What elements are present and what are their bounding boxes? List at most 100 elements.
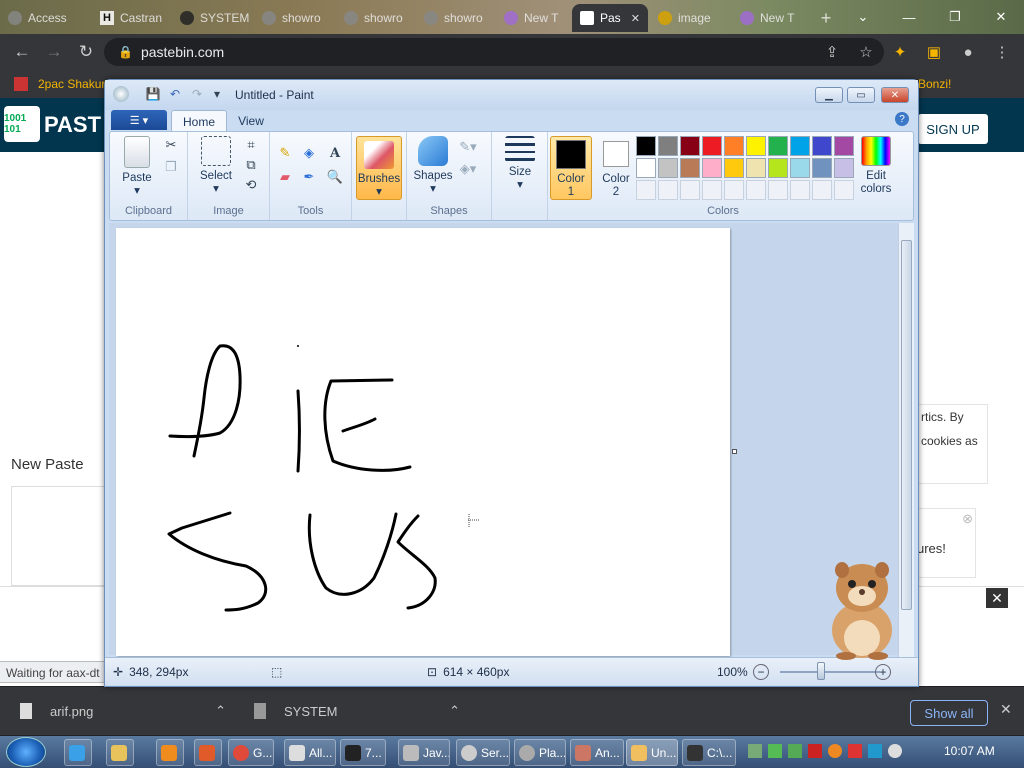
start-button[interactable] bbox=[6, 737, 46, 767]
tab[interactable]: Access bbox=[0, 4, 90, 32]
explorer-taskbar-icon[interactable] bbox=[106, 739, 134, 766]
new-tab-button[interactable]: + bbox=[812, 4, 840, 32]
menu-icon[interactable]: ⋮ bbox=[988, 38, 1016, 66]
tab[interactable]: showro bbox=[416, 4, 494, 32]
app-taskbar-icon[interactable] bbox=[194, 739, 222, 766]
tab[interactable]: New T bbox=[732, 4, 810, 32]
empty-swatch[interactable] bbox=[746, 180, 766, 200]
zoom-slider-thumb[interactable] bbox=[817, 662, 825, 680]
tab[interactable]: SYSTEM bbox=[172, 4, 252, 32]
palette-swatch[interactable] bbox=[746, 158, 766, 178]
palette-swatch[interactable] bbox=[724, 136, 744, 156]
reload-icon[interactable]: ↻ bbox=[70, 36, 102, 68]
hamster-assistant[interactable] bbox=[812, 556, 908, 660]
share-icon[interactable]: ⇪ bbox=[818, 38, 846, 66]
save-icon[interactable]: 💾 bbox=[145, 86, 161, 102]
edit-colors-button[interactable]: Edit colors bbox=[856, 136, 896, 196]
taskbar-item[interactable]: G... bbox=[228, 739, 274, 766]
canvas-resize-handle[interactable] bbox=[732, 449, 737, 454]
tab[interactable]: showro bbox=[254, 4, 334, 32]
taskbar-item[interactable]: Ser... bbox=[456, 739, 510, 766]
drawing-canvas[interactable] bbox=[116, 228, 730, 656]
tab-active[interactable]: Pas ✕ bbox=[572, 4, 648, 32]
tab-home[interactable]: Home bbox=[171, 110, 227, 132]
empty-swatch[interactable] bbox=[768, 180, 788, 200]
tab[interactable]: showro bbox=[336, 4, 414, 32]
palette-swatch[interactable] bbox=[812, 136, 832, 156]
palette-swatch[interactable] bbox=[636, 158, 656, 178]
tray-icon[interactable] bbox=[768, 744, 782, 758]
palette-swatch[interactable] bbox=[768, 158, 788, 178]
empty-swatch[interactable] bbox=[812, 180, 832, 200]
palette-swatch[interactable] bbox=[834, 136, 854, 156]
paste-textarea[interactable] bbox=[11, 486, 105, 586]
palette-swatch[interactable] bbox=[834, 158, 854, 178]
palette-swatch[interactable] bbox=[746, 136, 766, 156]
tray-icon[interactable] bbox=[748, 744, 762, 758]
empty-swatch[interactable] bbox=[680, 180, 700, 200]
tab-view[interactable]: View bbox=[231, 110, 271, 132]
tab[interactable]: New T bbox=[496, 4, 572, 32]
paint-titlebar[interactable]: 💾 ↶ ↷ ▾ Untitled - Paint ▁ ▭ ✕ bbox=[105, 80, 918, 110]
palette-swatch[interactable] bbox=[636, 136, 656, 156]
back-icon[interactable]: ← bbox=[6, 36, 38, 68]
network-icon[interactable] bbox=[868, 744, 882, 758]
site-name[interactable]: PAST bbox=[44, 112, 101, 138]
show-all-button[interactable]: Show all bbox=[910, 700, 988, 726]
taskbar-item[interactable]: Jav... bbox=[398, 739, 450, 766]
ie-taskbar-icon[interactable] bbox=[64, 739, 92, 766]
file-menu-button[interactable]: ☰ ▾ bbox=[111, 110, 167, 130]
empty-swatch[interactable] bbox=[790, 180, 810, 200]
taskbar-item[interactable]: All... bbox=[284, 739, 336, 766]
zoom-in-icon[interactable]: + bbox=[875, 664, 891, 680]
empty-swatch[interactable] bbox=[834, 180, 854, 200]
scroll-thumb[interactable] bbox=[901, 240, 912, 610]
palette-swatch[interactable] bbox=[702, 158, 722, 178]
download-item[interactable]: arif.png ⌃ bbox=[20, 687, 226, 735]
zoom-out-icon[interactable]: − bbox=[753, 664, 769, 680]
minimize-icon[interactable]: — bbox=[886, 0, 932, 34]
taskbar-item[interactable]: An... bbox=[570, 739, 624, 766]
redo-icon[interactable]: ↷ bbox=[189, 86, 205, 102]
tray-icon[interactable] bbox=[828, 744, 842, 758]
taskbar-item[interactable]: 7... bbox=[340, 739, 386, 766]
empty-swatch[interactable] bbox=[658, 180, 678, 200]
help-icon[interactable]: ? bbox=[895, 112, 909, 126]
chevron-up-icon[interactable]: ⌃ bbox=[449, 703, 460, 719]
sidepanel-icon[interactable]: ▣ bbox=[920, 38, 948, 66]
palette-swatch[interactable] bbox=[680, 136, 700, 156]
tab[interactable]: H Castran bbox=[92, 4, 170, 32]
maximize-icon[interactable]: ▭ bbox=[847, 87, 875, 103]
media-taskbar-icon[interactable] bbox=[156, 739, 184, 766]
clock[interactable]: 10:07 AM bbox=[944, 744, 995, 758]
undo-icon[interactable]: ↶ bbox=[167, 86, 183, 102]
forward-icon[interactable]: → bbox=[38, 36, 70, 68]
close-icon[interactable]: ✕ bbox=[978, 0, 1024, 34]
paint-app-icon[interactable] bbox=[113, 86, 129, 102]
empty-swatch[interactable] bbox=[702, 180, 722, 200]
palette-swatch[interactable] bbox=[658, 136, 678, 156]
taskbar-item[interactable]: Pla... bbox=[514, 739, 566, 766]
empty-swatch[interactable] bbox=[636, 180, 656, 200]
minimize-icon[interactable]: ▁ bbox=[815, 87, 843, 103]
close-icon[interactable]: ✕ bbox=[986, 588, 1008, 608]
palette-swatch[interactable] bbox=[790, 136, 810, 156]
signup-button[interactable]: SIGN UP bbox=[918, 114, 988, 144]
flag-icon[interactable] bbox=[848, 744, 862, 758]
close-icon[interactable]: ⊗ bbox=[962, 511, 973, 527]
palette-swatch[interactable] bbox=[790, 158, 810, 178]
restore-icon[interactable]: ❐ bbox=[932, 0, 978, 34]
tab-search-icon[interactable]: ⌄ bbox=[840, 0, 886, 34]
tray-icon[interactable] bbox=[788, 744, 802, 758]
customize-quick-access-icon[interactable]: ▾ bbox=[209, 86, 225, 102]
taskbar-item[interactable]: C:\... bbox=[682, 739, 736, 766]
extensions-icon[interactable]: ✦ bbox=[886, 38, 914, 66]
palette-swatch[interactable] bbox=[680, 158, 700, 178]
star-icon[interactable]: ☆ bbox=[852, 38, 880, 66]
close-icon[interactable]: ✕ bbox=[881, 87, 909, 103]
close-icon[interactable]: ✕ bbox=[1000, 701, 1012, 718]
palette-swatch[interactable] bbox=[724, 158, 744, 178]
pastebin-logo[interactable]: 1001 101 bbox=[4, 106, 40, 142]
taskbar-item-active[interactable]: Un... bbox=[626, 739, 678, 766]
chevron-up-icon[interactable]: ⌃ bbox=[215, 703, 226, 719]
